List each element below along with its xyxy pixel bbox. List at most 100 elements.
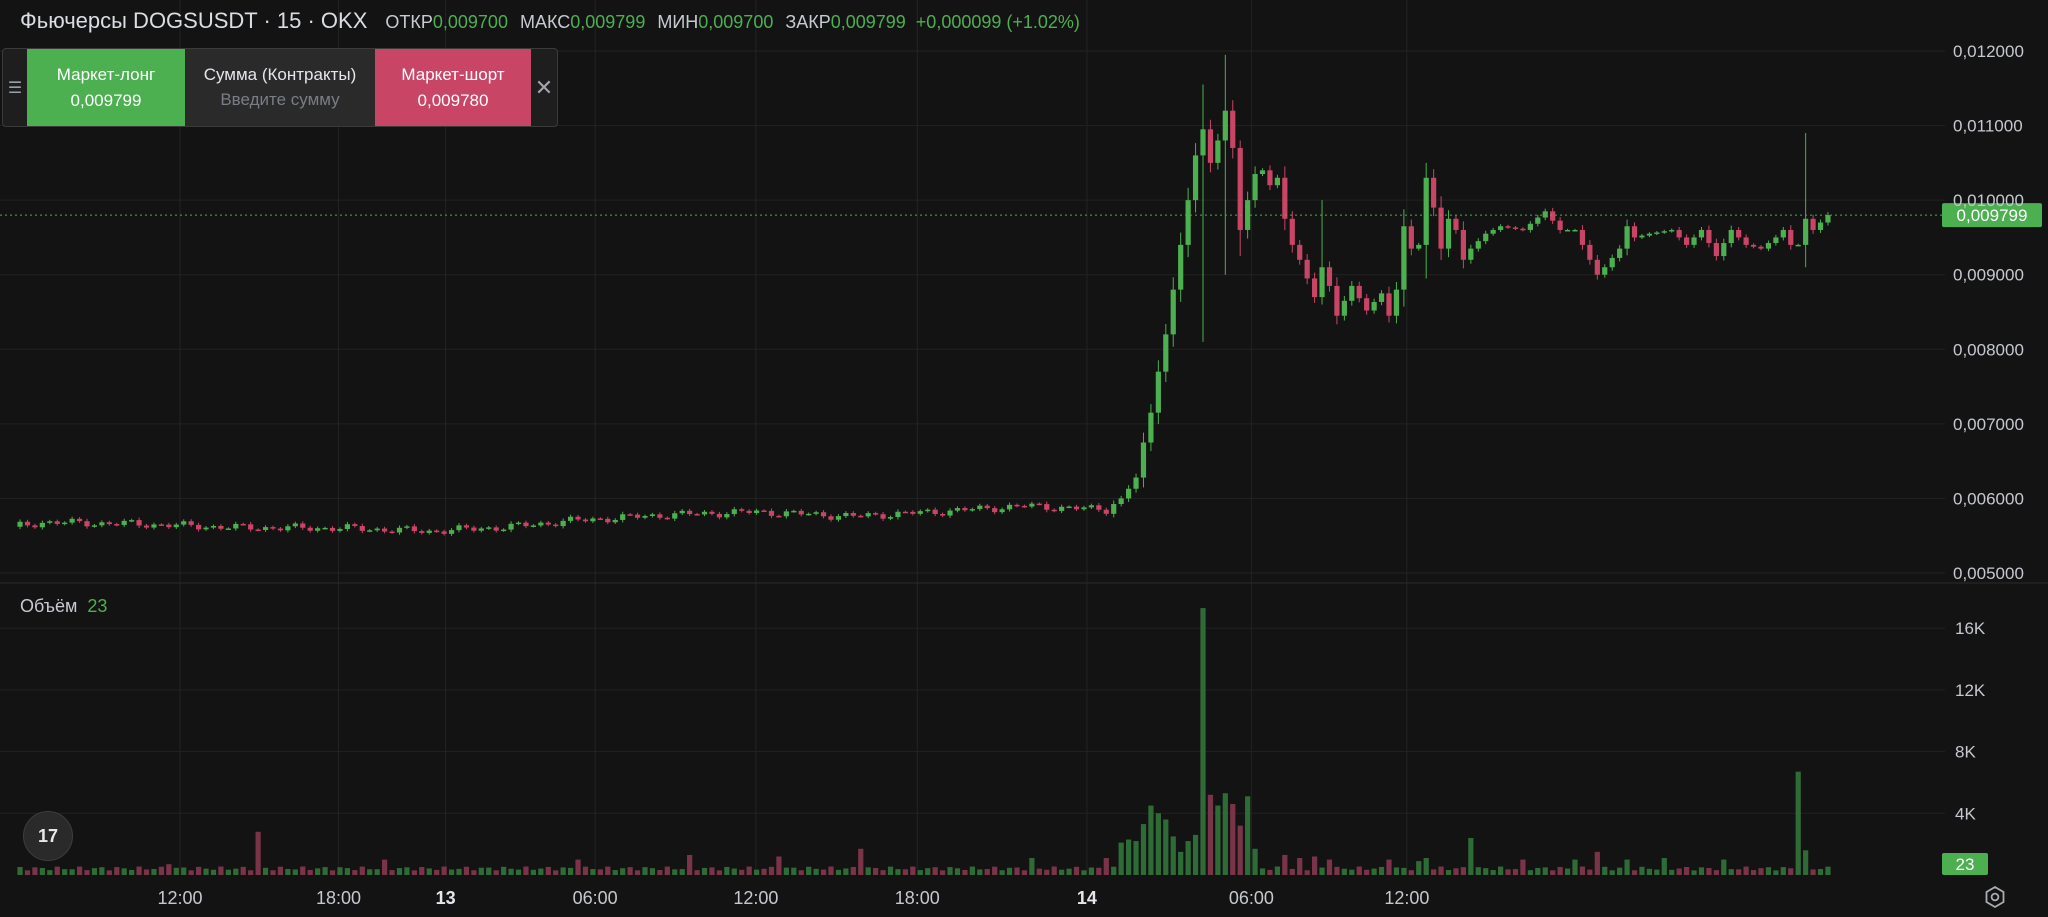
candle-body xyxy=(1393,289,1400,316)
candle-body xyxy=(1460,229,1466,260)
volume-bar xyxy=(136,866,142,875)
candle-body xyxy=(248,524,254,530)
volume-bar xyxy=(173,867,179,875)
volume-bar xyxy=(471,870,477,875)
candle-body xyxy=(396,527,403,533)
chart-canvas[interactable]: 0,009799 0,005000 0,006000 0,007000 0,008000… xyxy=(0,0,2048,917)
candle-body xyxy=(1736,229,1742,238)
volume-bar xyxy=(196,866,202,875)
candle-body xyxy=(657,514,663,518)
candle-body xyxy=(39,522,45,528)
candle-body xyxy=(634,514,641,518)
candle-body xyxy=(218,525,224,529)
volume-bar xyxy=(1460,867,1466,875)
volume-bar xyxy=(248,870,254,875)
volume-bar xyxy=(701,867,708,875)
volume-bar xyxy=(76,866,83,875)
volume-bar xyxy=(329,870,336,875)
candle-body xyxy=(181,521,187,525)
volume-bar xyxy=(1200,608,1206,875)
volume-bar xyxy=(999,870,1005,875)
candle-body xyxy=(568,516,574,521)
candle-body xyxy=(1788,229,1794,245)
candle-body xyxy=(419,531,425,533)
candle-body xyxy=(1021,505,1028,508)
volume-bar xyxy=(1297,858,1303,875)
volume-bar xyxy=(1564,868,1571,875)
volume-bar xyxy=(880,870,886,875)
candle-body xyxy=(1505,226,1511,228)
low-value: 0,009700 xyxy=(698,12,774,32)
volume-bar xyxy=(835,869,842,875)
symbol-title[interactable]: Фьючерсы DOGSUSDT · 15 · OKX xyxy=(20,8,367,34)
candle-body xyxy=(1006,504,1013,510)
candle-body xyxy=(1155,371,1161,413)
volume-bar xyxy=(768,866,775,875)
volume-bar xyxy=(1103,858,1109,875)
volume-bar xyxy=(634,870,641,875)
candle-body xyxy=(99,522,105,526)
candle-body xyxy=(1512,227,1519,229)
volume-bar xyxy=(1817,869,1824,875)
volume-bar xyxy=(664,866,670,875)
candle-body xyxy=(679,510,685,514)
volume-bar xyxy=(1423,858,1429,875)
volume-bar xyxy=(1512,869,1519,875)
candle-body xyxy=(106,522,112,525)
volume-legend: Объём 23 xyxy=(20,596,107,617)
volume-bar xyxy=(1341,868,1347,875)
market-long-button[interactable]: Маркет-лонг 0,009799 xyxy=(27,49,185,126)
time-tick-label: 06:00 xyxy=(573,888,618,908)
candle-body xyxy=(1587,244,1593,260)
candle-body xyxy=(672,513,678,519)
candle-body xyxy=(1535,217,1541,224)
volume-bar xyxy=(151,868,157,875)
drag-handle-icon[interactable]: ☰ xyxy=(3,49,27,126)
market-short-button[interactable]: Маркет-шорт 0,009780 xyxy=(375,49,531,126)
close-icon[interactable]: ✕ xyxy=(531,49,557,126)
candle-body xyxy=(359,526,365,531)
volume-bar xyxy=(1550,870,1556,875)
volume-bar xyxy=(91,868,98,875)
candle-body xyxy=(240,523,246,526)
volume-bar xyxy=(1170,836,1176,875)
volume-bar xyxy=(337,867,343,875)
volume-bar xyxy=(1364,869,1370,875)
volume-bar xyxy=(1579,866,1586,875)
volume-bar xyxy=(1148,805,1154,875)
candle-body xyxy=(1624,226,1630,249)
candle-body xyxy=(225,528,231,530)
candle-body xyxy=(739,509,745,511)
candle-body xyxy=(1349,285,1355,301)
volume-bar xyxy=(1535,867,1541,875)
volume-bar xyxy=(1006,867,1013,875)
volume-bar xyxy=(508,868,514,875)
tradingview-logo-icon[interactable]: 17 xyxy=(23,811,73,861)
candle-body xyxy=(1646,233,1652,236)
candle-body xyxy=(999,509,1005,513)
candle-body xyxy=(1148,412,1154,443)
volume-bar xyxy=(545,866,551,875)
amount-input[interactable] xyxy=(193,88,367,111)
candle-body xyxy=(1765,243,1772,249)
volume-bar xyxy=(984,868,990,875)
settings-gear-icon[interactable] xyxy=(1983,885,2007,909)
candle-body xyxy=(1817,222,1824,230)
candle-body xyxy=(1825,215,1831,223)
candle-body xyxy=(1096,505,1102,510)
volume-bar xyxy=(24,870,31,875)
candle-body xyxy=(292,523,298,527)
candle-body xyxy=(1750,244,1757,247)
volume-bar xyxy=(1780,867,1786,875)
candle-body xyxy=(1312,278,1318,298)
time-tick-label: 14 xyxy=(1077,888,1097,908)
volume-bar xyxy=(1669,869,1675,875)
candle-body xyxy=(84,521,90,527)
candle-body xyxy=(850,512,856,516)
volume-bar xyxy=(612,870,618,875)
candle-body xyxy=(1267,170,1273,186)
candle-body xyxy=(977,505,983,510)
candle-body xyxy=(1475,241,1481,249)
volume-legend-value: 23 xyxy=(87,596,108,616)
volume-bar xyxy=(1453,868,1459,875)
